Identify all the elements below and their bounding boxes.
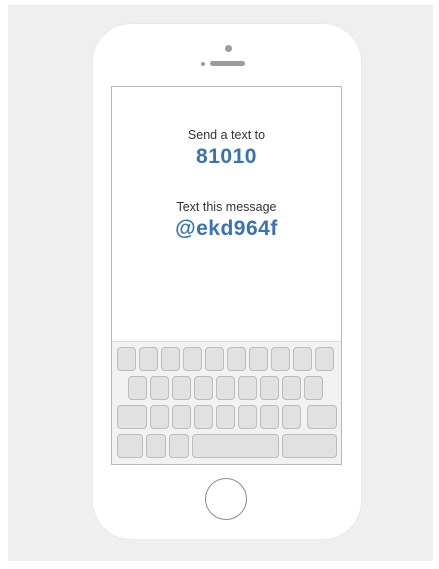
phone-screen: Send a text to 81010 Text this message @… bbox=[111, 86, 342, 465]
keyboard-key bbox=[150, 376, 169, 400]
sensor-dot-icon bbox=[201, 62, 205, 66]
keyboard-key bbox=[260, 405, 279, 429]
keyboard-key bbox=[249, 347, 268, 371]
smartphone-icon: Send a text to 81010 Text this message @… bbox=[93, 24, 361, 539]
home-button-icon bbox=[205, 478, 247, 520]
keyboard-key bbox=[117, 434, 143, 458]
keyboard-illustration bbox=[112, 341, 341, 464]
keyboard-key bbox=[183, 347, 202, 371]
send-text-label: Send a text to bbox=[187, 128, 266, 142]
keyboard-key bbox=[293, 347, 312, 371]
keyboard-key bbox=[139, 347, 158, 371]
keyboard-key bbox=[117, 405, 147, 429]
keyboard-key bbox=[271, 347, 290, 371]
keyboard-key bbox=[227, 347, 246, 371]
keyboard-key bbox=[128, 376, 147, 400]
keyboard-key bbox=[117, 347, 136, 371]
keyboard-key bbox=[146, 434, 166, 458]
keyboard-key bbox=[192, 434, 279, 458]
keyboard-key bbox=[238, 405, 257, 429]
keyboard-key bbox=[161, 347, 180, 371]
keyboard-key bbox=[205, 347, 224, 371]
sms-number: 81010 bbox=[196, 145, 257, 168]
message-label: Text this message bbox=[176, 200, 277, 214]
keyboard-key bbox=[172, 376, 191, 400]
keyboard-key bbox=[304, 376, 323, 400]
keyboard-key bbox=[282, 434, 337, 458]
sms-code: @ekd964f bbox=[175, 217, 278, 240]
keyboard-key bbox=[216, 405, 235, 429]
keyboard-key bbox=[282, 376, 301, 400]
keyboard-key bbox=[194, 405, 213, 429]
speaker-icon bbox=[210, 61, 245, 66]
keyboard-key bbox=[282, 405, 301, 429]
keyboard-key bbox=[172, 405, 191, 429]
camera-icon bbox=[225, 45, 232, 52]
keyboard-key bbox=[238, 376, 257, 400]
keyboard-key bbox=[307, 405, 337, 429]
keyboard-key bbox=[150, 405, 169, 429]
keyboard-key bbox=[216, 376, 235, 400]
keyboard-key bbox=[315, 347, 334, 371]
keyboard-key bbox=[194, 376, 213, 400]
keyboard-key bbox=[260, 376, 279, 400]
keyboard-key bbox=[169, 434, 189, 458]
